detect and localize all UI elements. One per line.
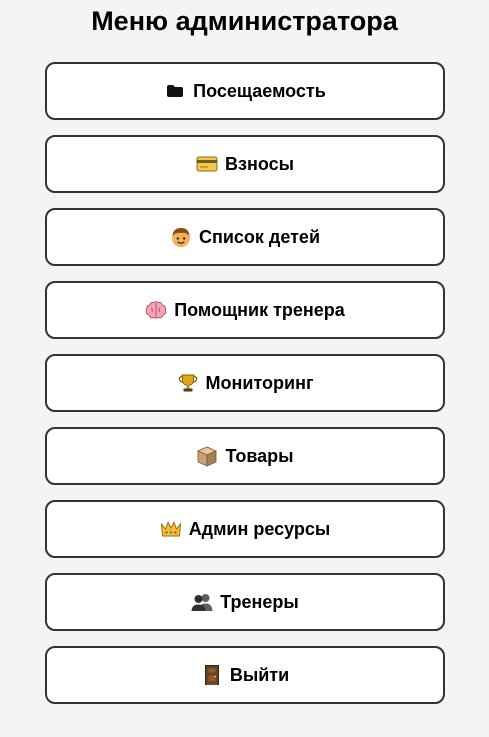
fees-label: Взносы — [225, 154, 294, 174]
coaches-button[interactable]: Тренеры — [45, 573, 445, 631]
admin-resources-label: Админ ресурсы — [188, 519, 331, 539]
door-icon — [201, 664, 223, 686]
children-list-button[interactable]: Список детей — [45, 208, 445, 266]
people-icon — [191, 591, 213, 613]
coaches-label: Тренеры — [220, 592, 299, 612]
children-list-label: Список детей — [198, 227, 321, 247]
page-title: Меню администратора — [91, 6, 398, 36]
credit-card-icon — [196, 153, 218, 175]
monitoring-button[interactable]: Мониторинг — [45, 354, 445, 412]
products-label: Товары — [225, 446, 294, 466]
coach-assistant-label: Помощник тренера — [174, 300, 345, 320]
folder-icon — [164, 80, 186, 102]
brain-icon — [145, 299, 167, 321]
logout-button[interactable]: Выйти — [45, 646, 445, 704]
fees-button[interactable]: Взносы — [45, 135, 445, 193]
attendance-label: Посещаемость — [193, 81, 326, 101]
crown-icon — [160, 518, 182, 540]
coach-assistant-button[interactable]: Помощник тренера — [45, 281, 445, 339]
products-button[interactable]: Товары — [45, 427, 445, 485]
attendance-button[interactable]: Посещаемость — [45, 62, 445, 120]
box-icon — [196, 445, 218, 467]
monitoring-label: Мониторинг — [205, 373, 314, 393]
child-icon — [170, 226, 192, 248]
trophy-icon — [177, 372, 199, 394]
admin-resources-button[interactable]: Админ ресурсы — [45, 500, 445, 558]
admin-menu: Посещаемость Взносы Список детей Помощни… — [45, 62, 445, 719]
logout-label: Выйти — [229, 665, 290, 685]
